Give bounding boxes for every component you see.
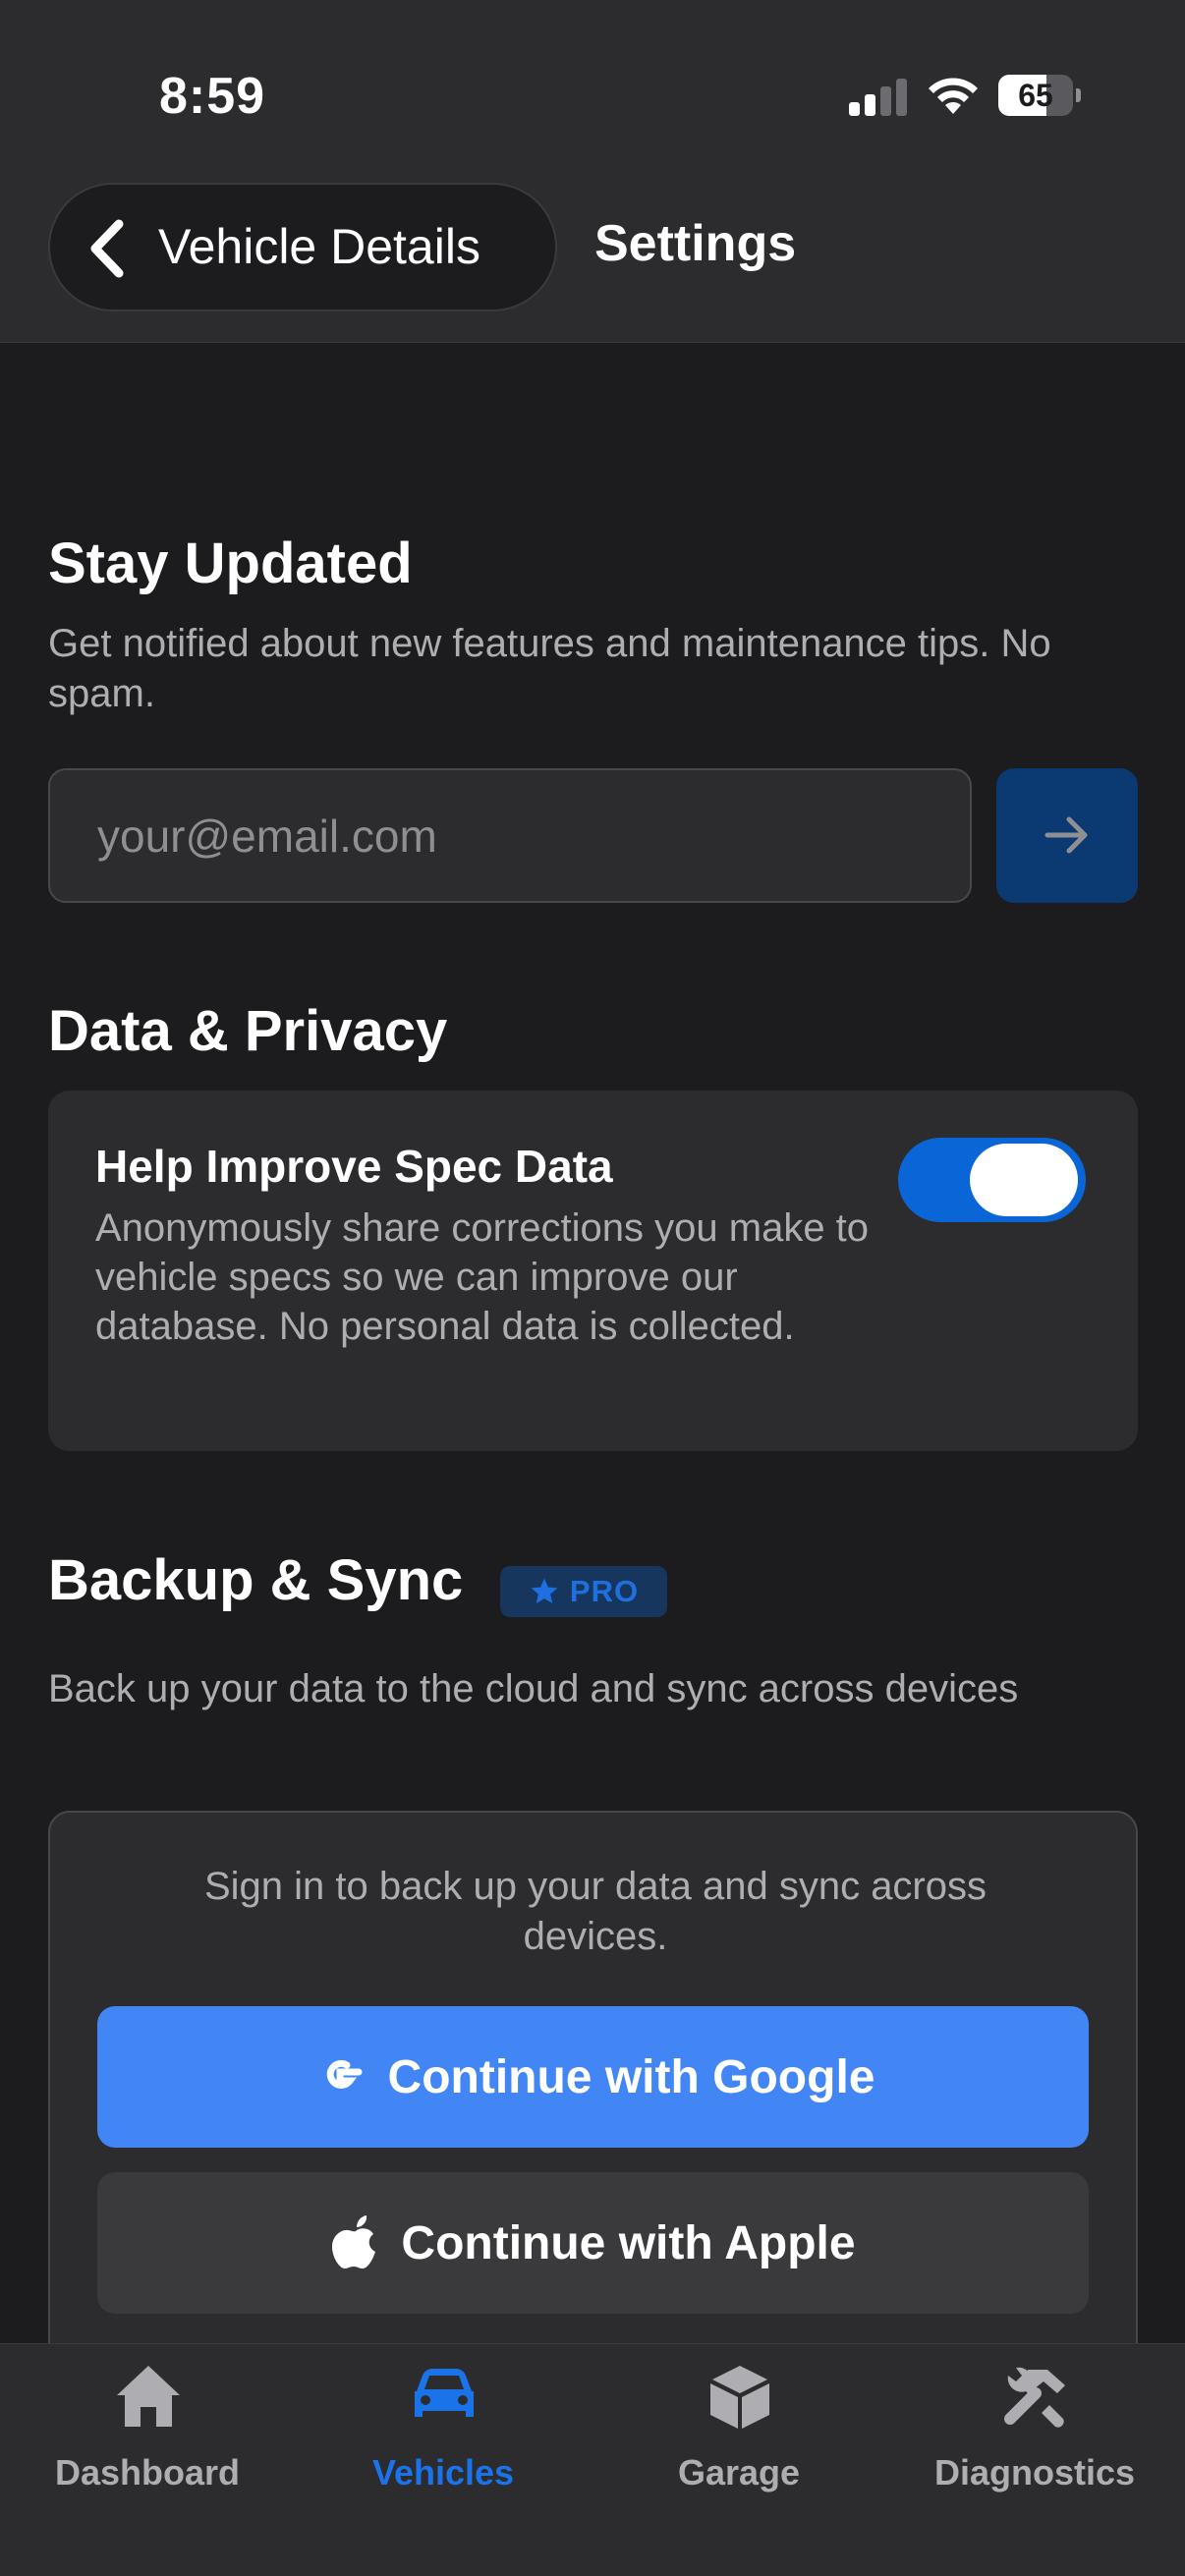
stay-updated-description: Get notified about new features and main… [48,622,1051,715]
google-button-label: Continue with Google [387,2050,875,2103]
pro-badge: PRO [500,1566,667,1617]
cube-icon [710,2366,769,2429]
tab-diagnostics[interactable]: Diagnostics [887,2344,1182,2576]
sign-in-text: Sign in to back up your data and sync ac… [203,1865,987,1958]
status-time: 8:59 [159,68,266,125]
google-icon [326,2059,363,2089]
back-button[interactable]: Vehicle Details [48,183,557,311]
spec-data-card: Help Improve Spec Data Anonymously share… [48,1091,1138,1451]
apple-button-label: Continue with Apple [401,2216,856,2269]
settings-screen: 8:59 65 Vehicle Details Settings Stay Up… [0,0,1185,2576]
tab-dashboard-label: Dashboard [54,2452,241,2492]
sign-in-card: Sign in to back up your data and sync ac… [48,1811,1138,2420]
spec-data-title: Help Improve Spec Data [95,1141,613,1192]
battery-icon: 65 [998,75,1081,116]
tab-garage-label: Garage [677,2452,801,2492]
backup-sync-description: Back up your data to the cloud and sync … [48,1667,1019,1710]
battery-percent: 65 [1018,78,1053,113]
backup-sync-heading: Backup & Sync [48,1548,464,1612]
chevron-left-icon [90,219,124,278]
arrow-right-icon [1044,816,1088,854]
house-icon [117,2366,180,2427]
apple-icon [332,2215,376,2268]
back-button-label: Vehicle Details [158,219,480,274]
tab-garage[interactable]: Garage [592,2344,886,2576]
wifi-icon [929,78,978,114]
tab-diagnostics-label: Diagnostics [933,2452,1136,2492]
pro-badge-label: PRO [569,1574,640,1608]
toggle-knob [970,1144,1078,1216]
email-input[interactable] [48,768,972,903]
tab-vehicles[interactable]: Vehicles [296,2344,591,2576]
email-submit-button[interactable] [996,768,1138,903]
wrench-hammer-icon [1004,2367,1065,2428]
page-title: Settings [594,215,797,272]
tab-bar: Dashboard Vehicles Garage Diagnostics [0,2343,1185,2576]
spec-data-description: Anonymously share corrections you make t… [95,1206,870,1348]
tab-dashboard[interactable]: Dashboard [0,2344,295,2576]
continue-with-apple-button[interactable]: Continue with Apple [97,2172,1089,2314]
data-privacy-heading: Data & Privacy [48,999,448,1063]
car-icon [415,2369,474,2417]
star-icon [531,1578,558,1603]
spec-data-toggle[interactable] [898,1138,1086,1222]
tab-vehicles-label: Vehicles [371,2452,515,2492]
top-bar: 8:59 65 Vehicle Details Settings [0,0,1185,343]
stay-updated-heading: Stay Updated [48,532,413,595]
continue-with-google-button[interactable]: Continue with Google [97,2006,1089,2148]
cellular-signal-icon [849,79,908,116]
